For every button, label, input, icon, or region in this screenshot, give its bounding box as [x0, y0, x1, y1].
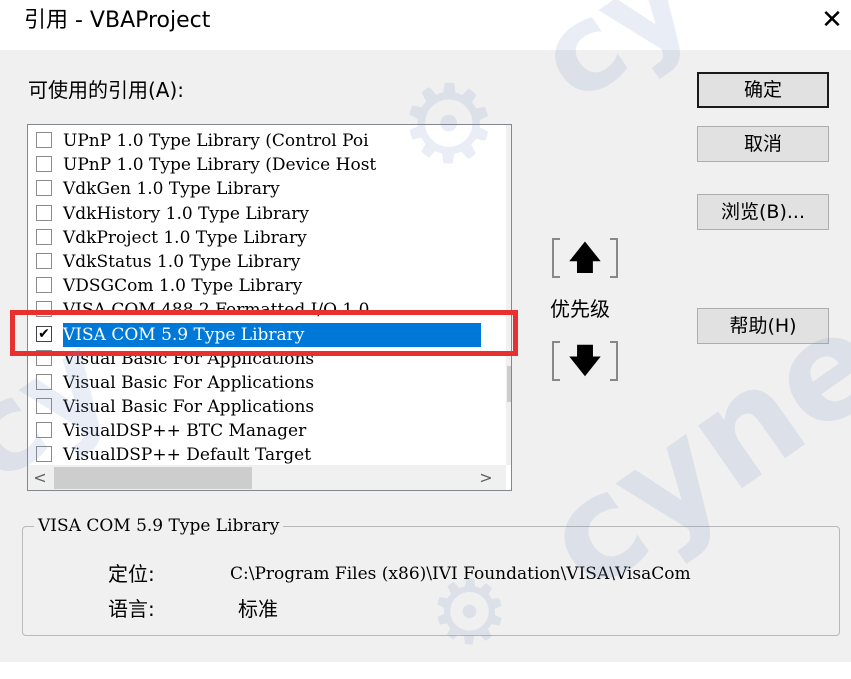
references-list[interactable]: UPnP 1.0 Type Library (Control Poi UPnP 1…: [27, 124, 512, 491]
browse-button[interactable]: 浏览(B)...: [697, 194, 829, 230]
reference-row[interactable]: VisualDSP++ Default Target: [36, 443, 476, 467]
reference-label: VdkHistory 1.0 Type Library: [63, 203, 309, 224]
reference-row[interactable]: Visual Basic For Applications: [36, 371, 476, 395]
reference-row[interactable]: Visual Basic For Applications: [36, 395, 476, 419]
reference-checkbox[interactable]: [36, 277, 52, 294]
vertical-scrollbar[interactable]: ︿ ﹀: [506, 125, 511, 465]
bracket-right: [610, 238, 618, 278]
reference-checkbox[interactable]: [36, 204, 52, 221]
horizontal-scroll-thumb[interactable]: [54, 467, 252, 489]
close-icon[interactable]: ✕: [818, 6, 846, 34]
reference-row[interactable]: VdkGen 1.0 Type Library: [36, 177, 476, 201]
reference-checkbox[interactable]: [36, 446, 52, 463]
scroll-left-icon[interactable]: <: [28, 468, 52, 488]
reference-label: UPnP 1.0 Type Library (Control Poi: [63, 131, 369, 151]
arrow-up-icon: 🡅: [567, 238, 603, 278]
ok-button[interactable]: 确定: [697, 72, 829, 108]
reference-label: Visual Basic For Applications: [63, 372, 315, 393]
reference-row[interactable]: UPnP 1.0 Type Library (Control Poi: [36, 129, 476, 153]
reference-row[interactable]: UPnP 1.0 Type Library (Device Host: [36, 153, 476, 177]
reference-row[interactable]: VdkStatus 1.0 Type Library: [36, 250, 476, 274]
help-button[interactable]: 帮助(H): [697, 308, 829, 344]
priority-up-button[interactable]: 🡅: [552, 238, 618, 278]
reference-checkbox[interactable]: [36, 228, 52, 245]
reference-checkbox[interactable]: [36, 180, 52, 197]
reference-label: VisualDSP++ BTC Manager: [63, 421, 307, 442]
reference-label: VdkProject 1.0 Type Library: [63, 227, 307, 248]
reference-checkbox[interactable]: [36, 156, 52, 173]
reference-label: Visual Basic For Applications: [63, 397, 315, 418]
priority-down-button[interactable]: 🡇: [552, 341, 618, 381]
reference-checkbox[interactable]: [36, 373, 52, 390]
bracket-right: [610, 341, 618, 381]
reference-label: VDSGCom 1.0 Type Library: [63, 276, 303, 297]
reference-row[interactable]: VdkHistory 1.0 Type Library: [36, 202, 476, 226]
vertical-scroll-thumb[interactable]: [507, 366, 511, 402]
selection-highlight-box: [10, 310, 518, 356]
details-group-title: VISA COM 5.9 Type Library: [34, 514, 284, 538]
arrow-down-icon: 🡇: [567, 341, 603, 381]
cancel-button[interactable]: 取消: [697, 126, 829, 162]
reference-row[interactable]: VdkProject 1.0 Type Library: [36, 226, 476, 250]
language-label: 语言:: [108, 597, 155, 621]
reference-checkbox[interactable]: [36, 132, 52, 148]
title-bar: 引用 - VBAProject ✕: [0, 0, 851, 50]
location-label: 定位:: [108, 562, 155, 586]
references-rows: UPnP 1.0 Type Library (Control Poi UPnP 1…: [36, 129, 481, 468]
location-value: C:\Program Files (x86)\IVI Foundation\VI…: [230, 564, 691, 584]
scroll-right-icon[interactable]: >: [474, 468, 498, 488]
language-value: 标准: [238, 597, 278, 621]
reference-checkbox[interactable]: [36, 252, 52, 269]
reference-checkbox[interactable]: [36, 398, 52, 415]
window-title: 引用 - VBAProject: [24, 8, 211, 33]
reference-checkbox[interactable]: [36, 422, 52, 439]
reference-label: VdkGen 1.0 Type Library: [63, 179, 280, 200]
bracket-left: [552, 341, 560, 381]
scroll-up-icon[interactable]: ︿: [506, 131, 511, 151]
reference-row[interactable]: VDSGCom 1.0 Type Library: [36, 274, 476, 298]
reference-label: UPnP 1.0 Type Library (Device Host: [63, 155, 377, 176]
reference-row[interactable]: VisualDSP++ BTC Manager: [36, 419, 476, 443]
reference-label: VdkStatus 1.0 Type Library: [63, 251, 301, 272]
reference-label: VisualDSP++ Default Target: [63, 445, 312, 466]
horizontal-scrollbar[interactable]: < >: [28, 465, 506, 490]
priority-label: 优先级: [550, 297, 610, 321]
scroll-down-icon[interactable]: ﹀: [506, 431, 511, 451]
bracket-left: [552, 238, 560, 278]
available-references-label: 可使用的引用(A):: [28, 78, 185, 102]
